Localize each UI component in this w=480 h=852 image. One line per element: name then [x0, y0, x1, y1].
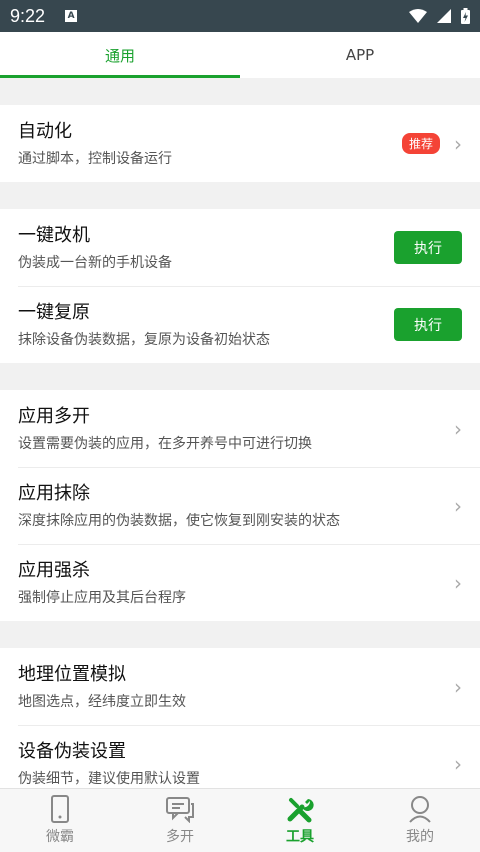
nav-label: 工具 [286, 829, 314, 845]
row-subtitle: 深度抹除应用的伪装数据，使它恢复到刚安装的状态 [18, 512, 340, 529]
row-app-multi-open[interactable]: 应用多开 设置需要伪装的应用，在多开养号中可进行切换 › [0, 390, 480, 467]
chevron-right-icon: › [454, 751, 462, 776]
row-subtitle: 设置需要伪装的应用，在多开养号中可进行切换 [18, 435, 312, 452]
row-location-mock[interactable]: 地理位置模拟 地图选点，经纬度立即生效 › [0, 648, 480, 725]
row-title: 地理位置模拟 [18, 663, 126, 685]
row-automation[interactable]: 自动化 通过脚本，控制设备运行 推荐 › [0, 105, 480, 182]
status-bar: 9:22 A [0, 0, 480, 32]
row-title: 应用多开 [18, 405, 90, 427]
status-time: 9:22 [10, 5, 46, 26]
group-automation: 自动化 通过脚本，控制设备运行 推荐 › [0, 105, 480, 182]
group-device: 一键改机 伪装成一台新的手机设备 执行 一键复原 抹除设备伪装数据，复原为设备初… [0, 209, 480, 363]
row-title: 应用抹除 [18, 482, 90, 504]
chevron-right-icon: › [454, 674, 462, 699]
group-apps: 应用多开 设置需要伪装的应用，在多开养号中可进行切换 › 应用抹除 深度抹除应用… [0, 390, 480, 621]
row-one-key-restore: 一键复原 抹除设备伪装数据，复原为设备初始状态 执行 [0, 286, 480, 363]
row-subtitle: 伪装成一台新的手机设备 [18, 254, 172, 271]
nav-label: 微霸 [46, 829, 74, 845]
chevron-right-icon: › [454, 416, 462, 441]
chevron-right-icon: › [454, 493, 462, 518]
person-icon [409, 796, 431, 823]
wifi-icon [409, 9, 427, 23]
nav-tools[interactable]: 工具 [240, 789, 360, 852]
row-subtitle: 伪装细节，建议使用默认设置 [18, 770, 200, 787]
bottom-nav: 微霸 多开 工具 我的 [0, 788, 480, 852]
group-location: 地理位置模拟 地图选点，经纬度立即生效 › 设备伪装设置 伪装细节，建议使用默认… [0, 648, 480, 802]
chevron-right-icon: › [454, 570, 462, 595]
nav-multi-open[interactable]: 多开 [120, 789, 240, 852]
chat-icon [166, 797, 194, 823]
tab-app[interactable]: APP [240, 32, 480, 78]
battery-icon [461, 8, 470, 24]
row-title: 一键改机 [18, 224, 90, 246]
row-title: 自动化 [18, 120, 72, 142]
nav-mine[interactable]: 我的 [360, 789, 480, 852]
status-icons [409, 8, 470, 24]
signal-icon [437, 9, 451, 23]
recommend-badge: 推荐 [401, 133, 440, 154]
row-title: 应用强杀 [18, 559, 90, 581]
nav-weiba[interactable]: 微霸 [0, 789, 120, 852]
nav-label: 多开 [166, 829, 194, 845]
row-app-erase[interactable]: 应用抹除 深度抹除应用的伪装数据，使它恢复到刚安装的状态 › [0, 467, 480, 544]
top-tabs: 通用 APP [0, 32, 480, 78]
row-subtitle: 强制停止应用及其后台程序 [18, 589, 186, 606]
row-subtitle: 地图选点，经纬度立即生效 [18, 693, 186, 710]
row-title: 一键复原 [18, 301, 90, 323]
row-title: 设备伪装设置 [18, 740, 126, 762]
tools-icon [287, 798, 314, 823]
execute-modify-button[interactable]: 执行 [394, 231, 462, 264]
nav-label: 我的 [406, 829, 434, 845]
tab-general[interactable]: 通用 [0, 32, 240, 78]
execute-restore-button[interactable]: 执行 [394, 308, 462, 341]
row-subtitle: 通过脚本，控制设备运行 [18, 150, 172, 167]
row-one-key-modify: 一键改机 伪装成一台新的手机设备 执行 [0, 209, 480, 286]
app-notification-icon: A [65, 10, 78, 22]
chevron-right-icon: › [454, 131, 462, 156]
row-subtitle: 抹除设备伪装数据，复原为设备初始状态 [18, 331, 270, 348]
phone-icon [51, 795, 69, 823]
row-app-force-stop[interactable]: 应用强杀 强制停止应用及其后台程序 › [0, 544, 480, 621]
